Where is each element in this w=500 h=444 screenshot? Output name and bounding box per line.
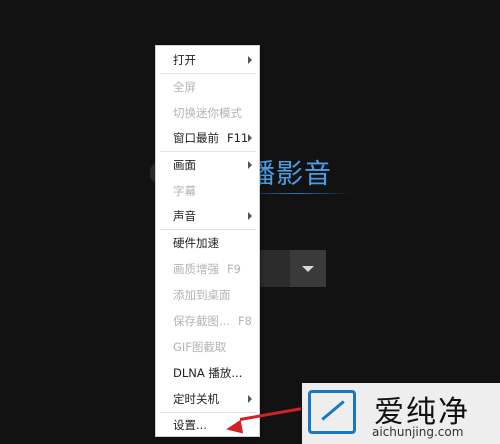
- menu-item-add-to-desktop[interactable]: 添加到桌面: [157, 282, 258, 308]
- menu-item-hardware-accel[interactable]: 硬件加速: [157, 230, 258, 256]
- menu-item-settings[interactable]: 设置...: [157, 412, 258, 438]
- menu-item-mini-mode[interactable]: 切换迷你模式: [157, 100, 258, 126]
- submenu-arrow-icon: [248, 211, 252, 220]
- submenu-arrow-icon: [248, 160, 252, 169]
- menu-item-gif-capture[interactable]: GIF图截取: [157, 334, 258, 360]
- menu-item-open[interactable]: 打开: [157, 47, 258, 73]
- watermark-logo-icon: [308, 390, 356, 434]
- menu-item-subtitles[interactable]: 字幕: [157, 178, 258, 204]
- submenu-arrow-icon: [248, 394, 252, 403]
- menu-item-save-screenshot[interactable]: 保存截图... F8: [157, 308, 258, 334]
- menu-item-fullscreen[interactable]: 全屏: [157, 74, 258, 100]
- pointer-arrow-head: [224, 419, 244, 437]
- chevron-down-icon: [302, 265, 314, 272]
- submenu-arrow-icon: [248, 133, 252, 142]
- submenu-arrow-icon: [248, 55, 252, 64]
- context-menu: 打开 全屏 切换迷你模式 窗口最前 F11 画面 字幕 声音 硬件加速 画质增强 F…: [155, 45, 260, 437]
- open-file-button[interactable]: [255, 250, 291, 287]
- menu-item-always-on-top[interactable]: 窗口最前 F11: [157, 125, 258, 151]
- watermark: 爱纯净 aichunjing.com: [302, 383, 500, 444]
- menu-item-shutdown-timer[interactable]: 定时关机: [157, 386, 258, 412]
- menu-item-sound[interactable]: 声音: [157, 203, 258, 229]
- menu-item-picture[interactable]: 画面: [157, 152, 258, 178]
- menu-item-dlna[interactable]: DLNA 播放...: [157, 360, 258, 386]
- watermark-url: aichunjing.com: [372, 425, 464, 439]
- open-dropdown-button[interactable]: [290, 250, 326, 287]
- menu-item-enhance[interactable]: 画质增强 F9: [157, 256, 258, 282]
- app-title: 播影音: [248, 159, 332, 190]
